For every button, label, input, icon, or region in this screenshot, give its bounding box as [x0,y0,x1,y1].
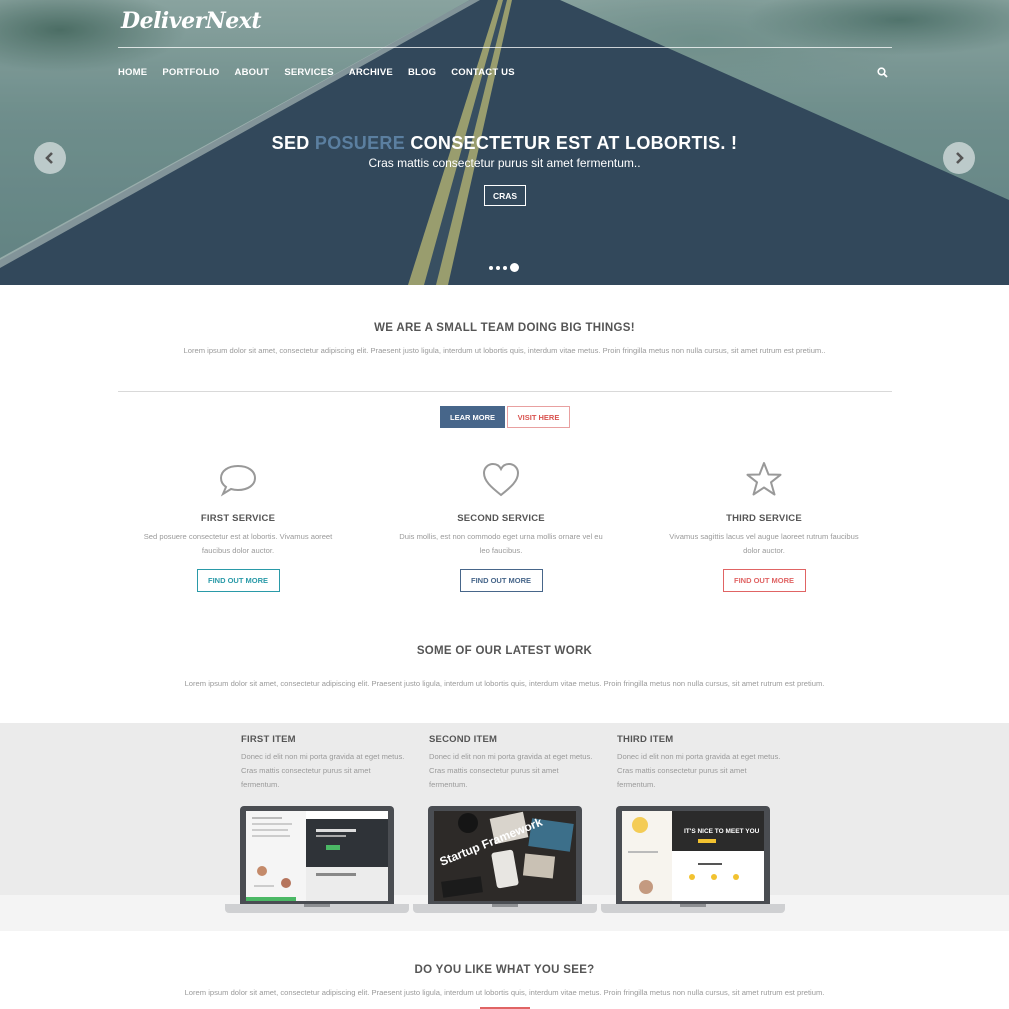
hero-title-part2: CONSECTETUR EST AT LOBORTIS. ! [405,133,738,153]
service-title: FIRST SERVICE [200,513,276,524]
slider-dot-active[interactable] [510,263,519,272]
service-title: SECOND SERVICE [457,513,545,524]
speech-bubble-icon [219,464,257,497]
site-logo[interactable]: DeliverNext [121,8,262,34]
work-item-text: Donec id elit non mi porta gravida at eg… [617,752,781,789]
slider-dots [489,263,519,272]
slider-dot[interactable] [503,265,507,270]
hero-title-accent: POSUERE [314,133,406,153]
star-icon [746,462,782,496]
laptop-screen: Startup Framework [434,811,576,901]
work-text: Lorem ipsum dolor sit amet, consectetur … [184,679,825,688]
chevron-left-icon [45,152,53,164]
startup-framework-preview-image: Startup Framework [434,811,576,901]
screen-text: IT'S NICE TO MEET YOU [684,828,760,835]
work-item-third: THIRD ITEM Donec id elit non mi porta gr… [617,734,787,792]
find-out-more-button[interactable]: FIND OUT MORE [722,569,806,592]
about-title: WE ARE A SMALL TEAM DOING BIG THINGS! [374,322,635,334]
work-item-first: FIRST ITEM Donec id elit non mi porta gr… [241,734,411,792]
laptop-screen: IT'S NICE TO MEET YOU [622,811,764,901]
hero-subtitle: Cras mattis consectetur purus sit amet f… [368,156,641,170]
learn-more-button[interactable]: LEAR MORE [440,406,505,428]
laptop-notch [492,904,518,907]
agency-site-preview-image: IT'S NICE TO MEET YOU [622,811,764,901]
slider-next-button[interactable] [943,142,975,174]
website-preview-image [246,811,388,901]
service-card-second: SECOND SERVICE Duis mollis, est non comm… [391,460,611,592]
slider-prev-button[interactable] [34,142,66,174]
laptop-screen [246,811,388,901]
about-text: Lorem ipsum dolor sit amet, consectetur … [183,346,826,355]
about-divider [118,391,892,392]
hero-title-part1: SED [271,133,315,153]
service-title: THIRD SERVICE [726,513,802,524]
hero-slider: DeliverNext HOME PORTFOLIO ABOUT SERVICE… [0,0,1009,285]
service-text: Duis mollis, est non commodo eget urna m… [399,532,603,555]
work-item-title: SECOND ITEM [429,734,498,745]
laptop-mockup-first[interactable] [225,806,409,914]
nav-about[interactable]: ABOUT [235,67,270,78]
visit-here-button[interactable]: VISIT HERE [507,406,570,428]
work-item-title: THIRD ITEM [617,734,674,745]
slider-dot[interactable] [496,265,500,270]
work-item-title: FIRST ITEM [241,734,296,745]
nav-home[interactable]: HOME [118,67,147,78]
hero-cta-button[interactable]: CRAS [484,185,526,206]
chevron-right-icon [956,152,964,164]
nav-services[interactable]: SERVICES [284,67,333,78]
nav-contact-us[interactable]: CONTACT US [451,67,515,78]
work-item-text: Donec id elit non mi porta gravida at eg… [241,752,405,789]
find-out-more-button[interactable]: FIND OUT MORE [196,569,280,592]
nav-blog[interactable]: BLOG [408,67,436,78]
laptop-mockup-third[interactable]: IT'S NICE TO MEET YOU [601,806,785,914]
service-text: Vivamus sagittis lacus vel augue laoreet… [669,532,859,555]
laptop-notch [304,904,330,907]
hero-title: SED POSUERE CONSECTETUR EST AT LOBORTIS.… [0,133,1009,154]
main-nav: HOME PORTFOLIO ABOUT SERVICES ARCHIVE BL… [118,67,530,78]
cta-text: Lorem ipsum dolor sit amet, consectetur … [184,988,825,997]
search-icon[interactable] [877,67,888,78]
laptop-mockup-second[interactable]: Startup Framework [413,806,597,914]
service-text: Sed posuere consectetur est at lobortis.… [143,532,333,555]
nav-portfolio[interactable]: PORTFOLIO [162,67,219,78]
cta-title: DO YOU LIKE WHAT YOU SEE? [414,964,595,976]
nav-archive[interactable]: ARCHIVE [349,67,393,78]
work-title: SOME OF OUR LATEST WORK [416,645,593,657]
work-item-second: SECOND ITEM Donec id elit non mi porta g… [429,734,599,792]
service-card-first: FIRST SERVICE Sed posuere consectetur es… [128,460,348,592]
work-item-text: Donec id elit non mi porta gravida at eg… [429,752,593,789]
slider-dot[interactable] [489,265,493,270]
header-divider [118,47,892,48]
heart-icon [482,462,520,497]
laptop-notch [680,904,706,907]
find-out-more-button[interactable]: FIND OUT MORE [459,569,543,592]
service-card-third: THIRD SERVICE Vivamus sagittis lacus vel… [654,460,874,592]
